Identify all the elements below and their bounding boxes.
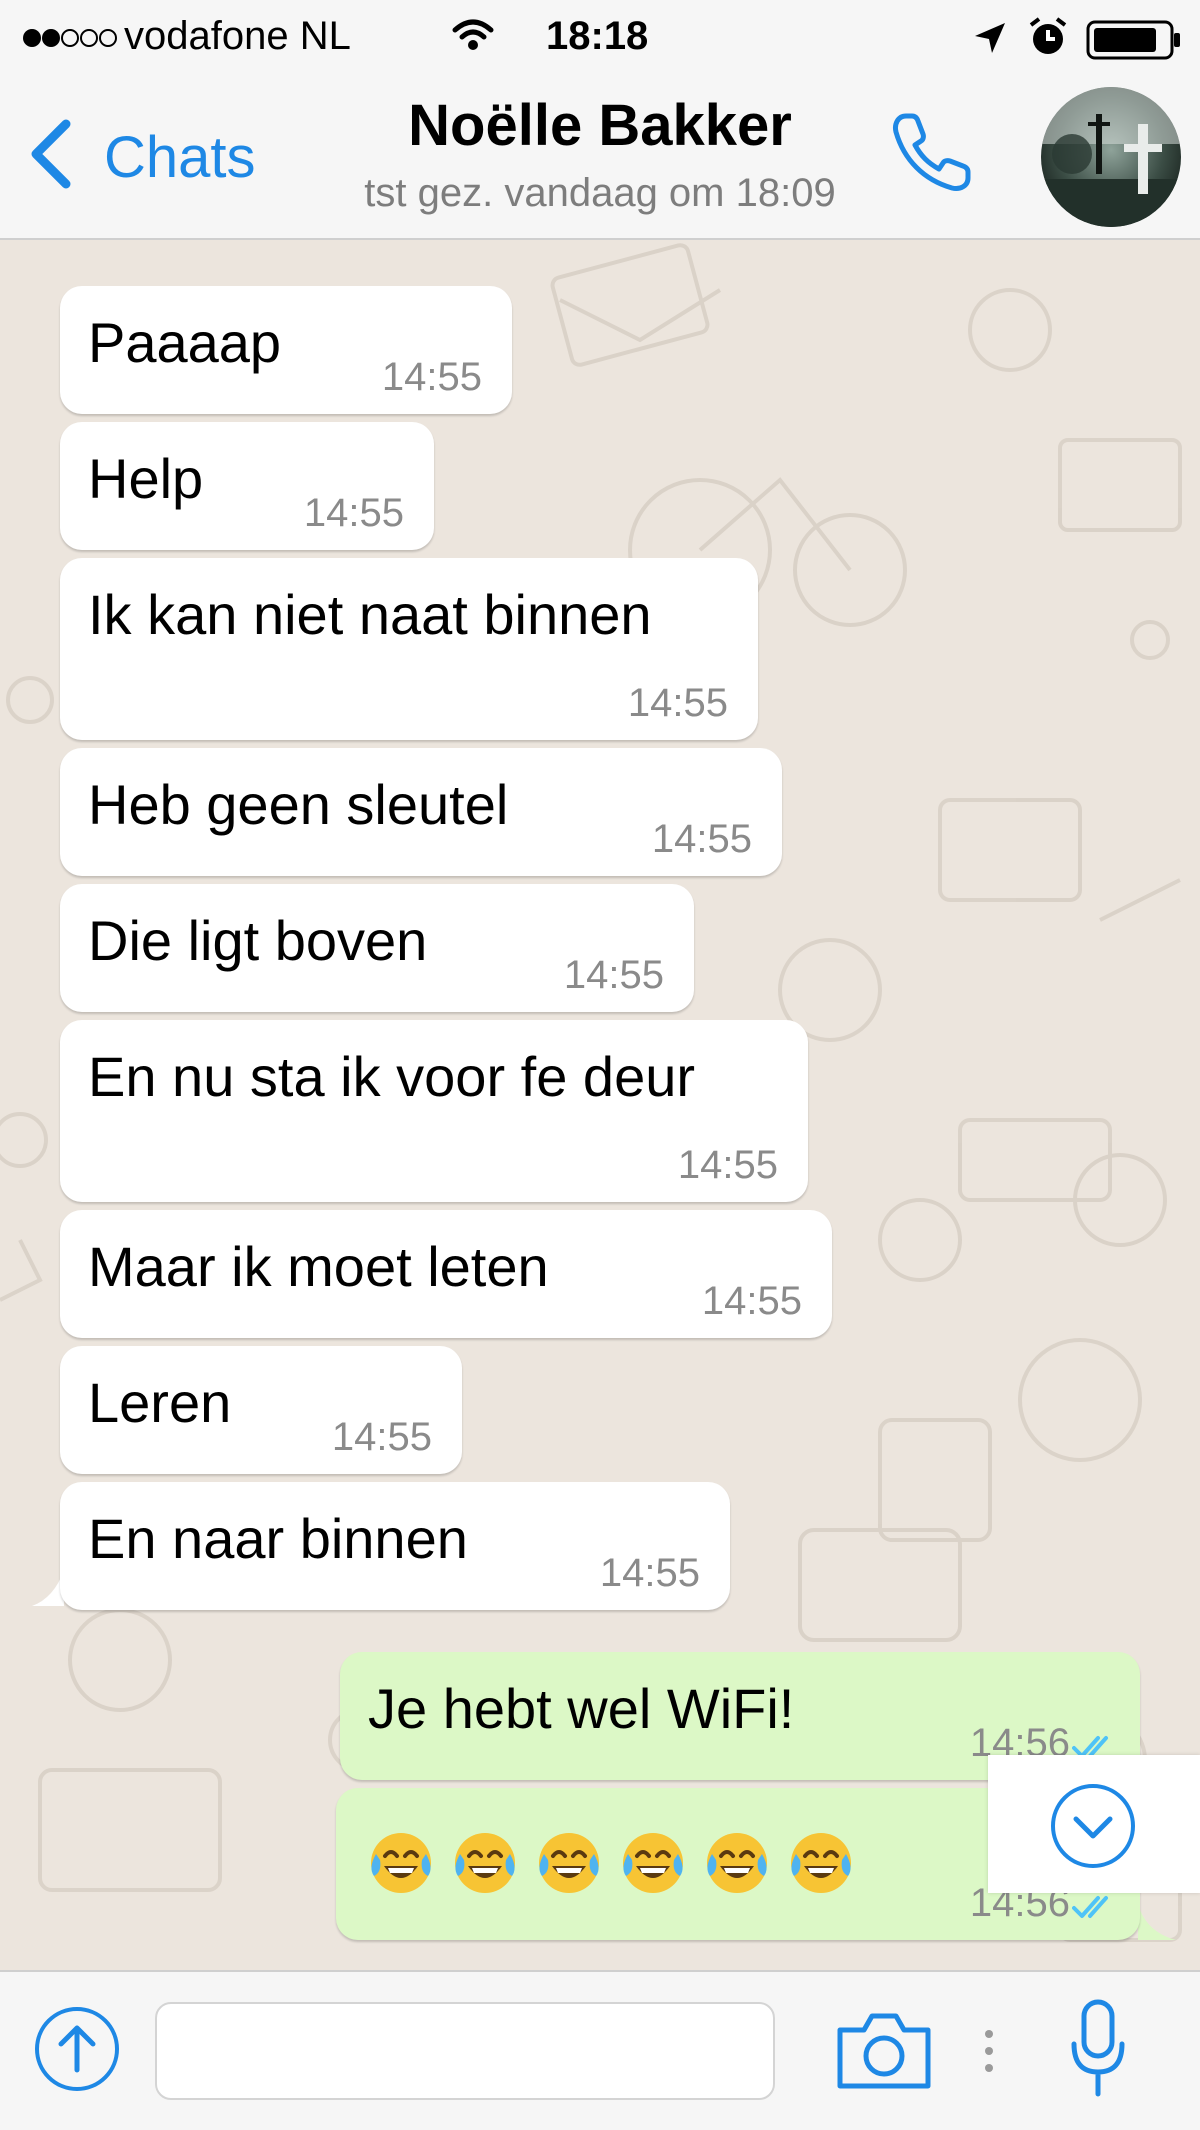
incoming-message-bubble[interactable]: Heb geen sleutel 14:55 bbox=[60, 748, 782, 876]
phone-icon[interactable] bbox=[888, 106, 978, 196]
clock: 18:18 bbox=[546, 14, 649, 58]
chevron-down-circle-icon bbox=[1051, 1784, 1135, 1868]
microphone-icon[interactable] bbox=[1066, 1998, 1130, 2102]
incoming-message-bubble[interactable]: Paaaap 14:55 bbox=[60, 286, 512, 414]
message-text: Ik kan niet naat binnen bbox=[88, 583, 652, 646]
double-check-read-icon bbox=[1072, 1896, 1108, 1918]
scroll-to-bottom-button[interactable] bbox=[988, 1755, 1200, 1893]
message-time: 14:55 bbox=[599, 1551, 700, 1595]
incoming-message-bubble[interactable]: Maar ik moet leten 14:55 bbox=[60, 1210, 832, 1338]
message-time: 14:55 bbox=[563, 953, 664, 997]
message-text: Je hebt wel WiFi! bbox=[368, 1677, 795, 1740]
alarm-clock-icon bbox=[1029, 17, 1067, 54]
message-input-bar bbox=[0, 1970, 1200, 2130]
message-time: 14:55 bbox=[701, 1279, 802, 1323]
message-text: Leren bbox=[88, 1371, 232, 1434]
message-text: En naar binnen bbox=[88, 1507, 468, 1570]
incoming-message-bubble[interactable]: Die ligt boven 14:55 bbox=[60, 884, 694, 1012]
last-seen-status: tst gez. vandaag om 18:09 bbox=[364, 171, 836, 215]
emoji-row bbox=[366, 1828, 856, 1898]
message-text: Die ligt boven bbox=[88, 909, 428, 972]
contact-name: Noëlle Bakker bbox=[408, 93, 792, 158]
message-list[interactable]: Paaaap 14:55 Help 14:55 Ik kan niet naat… bbox=[0, 240, 1200, 1970]
message-time: 14:55 bbox=[651, 817, 752, 861]
message-text: Heb geen sleutel bbox=[88, 773, 509, 836]
incoming-message-bubble[interactable]: Leren 14:55 bbox=[60, 1346, 462, 1474]
face-with-tears-of-joy-emoji bbox=[707, 1833, 767, 1893]
camera-icon[interactable] bbox=[834, 2008, 934, 2092]
contact-info[interactable]: Noëlle Bakker tst gez. vandaag om 18:09 bbox=[240, 92, 960, 216]
message-time: 14:55 bbox=[303, 491, 404, 535]
message-time: 14:55 bbox=[381, 355, 482, 399]
face-with-tears-of-joy-emoji bbox=[623, 1833, 683, 1893]
message-time: 14:55 bbox=[677, 1143, 778, 1187]
contact-avatar[interactable] bbox=[1038, 84, 1184, 230]
chevron-left-icon bbox=[31, 119, 71, 189]
message-text-field[interactable] bbox=[155, 2002, 775, 2100]
incoming-message-bubble[interactable]: Ik kan niet naat binnen 14:55 bbox=[60, 558, 758, 740]
incoming-message-bubble[interactable]: Help 14:55 bbox=[60, 422, 434, 550]
face-with-tears-of-joy-emoji bbox=[791, 1833, 851, 1893]
face-with-tears-of-joy-emoji bbox=[455, 1833, 515, 1893]
wifi-icon bbox=[452, 19, 494, 50]
signal-strength-icon bbox=[23, 29, 117, 47]
battery-icon bbox=[1086, 20, 1180, 60]
message-text: Paaaap bbox=[88, 311, 282, 374]
incoming-message-bubble[interactable]: En naar binnen 14:55 bbox=[60, 1482, 730, 1610]
message-text: En nu sta ik voor fe deur bbox=[88, 1045, 696, 1108]
incoming-message-bubble[interactable]: En nu sta ik voor fe deur 14:55 bbox=[60, 1020, 808, 1202]
share-arrow-up-icon[interactable] bbox=[34, 2006, 120, 2092]
location-arrow-icon bbox=[975, 23, 1005, 53]
carrier-name: vodafone NL bbox=[124, 14, 351, 58]
back-label: Chats bbox=[104, 125, 256, 190]
status-bar: vodafone NL 18:18 bbox=[0, 0, 1200, 78]
divider-dots bbox=[985, 2030, 993, 2072]
message-text: Help bbox=[88, 447, 204, 510]
face-with-tears-of-joy-emoji bbox=[371, 1833, 431, 1893]
chat-header: Chats Noëlle Bakker tst gez. vandaag om … bbox=[0, 78, 1200, 240]
message-time: 14:55 bbox=[331, 1415, 432, 1459]
face-with-tears-of-joy-emoji bbox=[539, 1833, 599, 1893]
message-text: Maar ik moet leten bbox=[88, 1235, 549, 1298]
message-time: 14:55 bbox=[627, 681, 728, 725]
